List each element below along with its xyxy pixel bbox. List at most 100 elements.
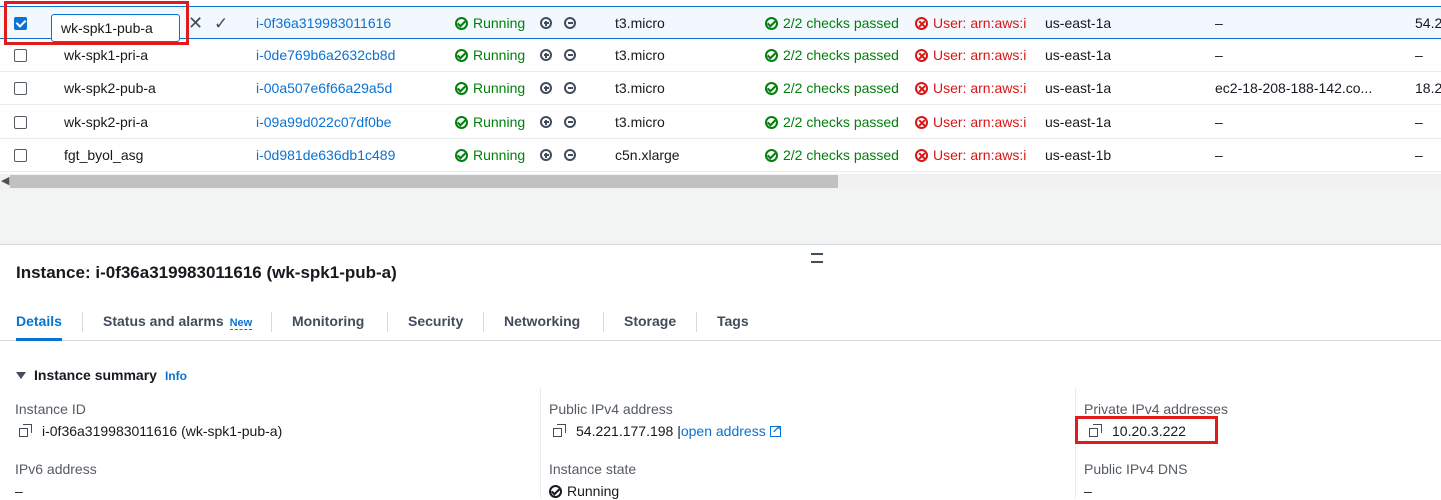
check-circle-icon bbox=[549, 485, 562, 498]
public-ip: – bbox=[1415, 147, 1423, 163]
availability-zone: us-east-1a bbox=[1045, 114, 1112, 130]
scroll-left-icon[interactable]: ◀ bbox=[1, 175, 9, 188]
check-circle-icon bbox=[455, 149, 468, 162]
instance-type: t3.micro bbox=[615, 114, 665, 130]
confirm-edit-icon[interactable]: ✓ bbox=[214, 7, 228, 40]
status-check: 2/2 checks passed bbox=[765, 7, 899, 40]
tab-networking[interactable]: Networking bbox=[504, 302, 580, 340]
row-checkbox[interactable] bbox=[14, 116, 27, 129]
alarm-status[interactable]: User: arn:aws:i bbox=[915, 106, 1031, 139]
copy-icon[interactable] bbox=[19, 424, 33, 438]
table-row[interactable]: fgt_byol_asg i-0d981de636db1c489 Running c5… bbox=[0, 139, 1441, 172]
status-check: 2/2 checks passed bbox=[765, 39, 899, 72]
check-circle-icon bbox=[455, 116, 468, 129]
instance-id-link[interactable]: i-09a99d022c07df0be bbox=[256, 106, 391, 139]
instance-type: c5n.xlarge bbox=[615, 147, 680, 163]
instance-state: Running bbox=[455, 106, 525, 139]
alarm-status[interactable]: User: arn:aws:i bbox=[915, 39, 1031, 72]
zoom-out-icon[interactable] bbox=[564, 7, 576, 40]
scrollbar-thumb[interactable] bbox=[10, 175, 838, 188]
public-dns: – bbox=[1215, 47, 1223, 63]
instance-state: Running bbox=[455, 39, 525, 72]
instance-state: Running bbox=[455, 72, 525, 105]
public-dns: – bbox=[1215, 114, 1223, 130]
status-check: 2/2 checks passed bbox=[765, 139, 899, 172]
zoom-out-icon[interactable] bbox=[564, 39, 576, 72]
zoom-in-icon[interactable] bbox=[540, 139, 552, 172]
instance-title: Instance: i-0f36a319983011616 (wk-spk1-p… bbox=[16, 263, 397, 282]
zoom-out-icon[interactable] bbox=[564, 106, 576, 139]
check-circle-icon bbox=[765, 82, 778, 95]
zoom-in-icon[interactable] bbox=[540, 72, 552, 105]
tab-storage[interactable]: Storage bbox=[624, 302, 676, 340]
cancel-edit-icon[interactable]: ✕ bbox=[188, 7, 203, 40]
table-row[interactable]: wk-spk2-pri-a i-09a99d022c07df0be Running t… bbox=[0, 106, 1441, 139]
table-row[interactable]: wk-spk2-pub-a i-00a507e6f66a29a5d Running t… bbox=[0, 72, 1441, 105]
error-circle-icon bbox=[915, 82, 928, 95]
availability-zone: us-east-1a bbox=[1045, 47, 1112, 63]
zoom-out-icon[interactable] bbox=[564, 72, 576, 105]
tab-tags[interactable]: Tags bbox=[717, 302, 749, 340]
public-dns-label: Public IPv4 DNS bbox=[1084, 461, 1188, 477]
public-ip: 18.2 bbox=[1415, 80, 1441, 96]
alarm-status[interactable]: User: arn:aws:i bbox=[915, 72, 1031, 105]
instance-name: fgt_byol_asg bbox=[64, 147, 144, 163]
row-checkbox[interactable] bbox=[14, 149, 27, 162]
instance-state-value: Running bbox=[549, 482, 619, 500]
instance-type: t3.micro bbox=[615, 80, 665, 96]
public-ip: – bbox=[1415, 47, 1423, 63]
ipv6-value: – bbox=[15, 483, 23, 499]
instance-type: t3.micro bbox=[615, 47, 665, 63]
instance-id-link[interactable]: i-0de769b6a2632cb8d bbox=[256, 39, 395, 72]
status-check: 2/2 checks passed bbox=[765, 106, 899, 139]
instance-summary-header[interactable]: Instance summary Info bbox=[16, 365, 187, 386]
availability-zone: us-east-1b bbox=[1045, 147, 1112, 163]
tab-status-and-alarms[interactable]: Status and alarms New bbox=[103, 302, 253, 340]
tab-monitoring[interactable]: Monitoring bbox=[292, 302, 364, 340]
copy-icon[interactable] bbox=[553, 424, 567, 438]
details-tabs: Details Status and alarms New Monitoring … bbox=[0, 302, 1441, 341]
instance-id-label: Instance ID bbox=[15, 401, 86, 417]
instance-state: Running bbox=[455, 139, 525, 172]
table-row[interactable]: wk-spk1-pub-a ✕ ✓ i-0f36a319983011616 Runnin… bbox=[0, 6, 1441, 42]
zoom-in-icon[interactable] bbox=[540, 39, 552, 72]
resize-handle-icon[interactable] bbox=[811, 253, 823, 263]
zoom-in-icon[interactable] bbox=[540, 7, 552, 40]
error-circle-icon bbox=[915, 116, 928, 129]
split-panel-gap bbox=[0, 189, 1441, 244]
row-checkbox[interactable] bbox=[14, 49, 27, 62]
error-circle-icon bbox=[915, 17, 928, 30]
instance-name: wk-spk2-pub-a bbox=[64, 80, 156, 96]
instance-id-link[interactable]: i-0d981de636db1c489 bbox=[256, 139, 395, 172]
highlight-box-private-ip bbox=[1075, 416, 1218, 444]
instance-id-link[interactable]: i-00a507e6f66a29a5d bbox=[256, 72, 392, 105]
tab-security[interactable]: Security bbox=[408, 302, 463, 340]
instance-state-label: Instance state bbox=[549, 461, 637, 477]
instance-id-value: i-0f36a319983011616 (wk-spk1-pub-a) bbox=[19, 422, 282, 440]
instance-state: Running bbox=[455, 7, 525, 40]
zoom-in-icon[interactable] bbox=[540, 106, 552, 139]
info-link[interactable]: Info bbox=[165, 369, 187, 383]
open-address-link[interactable]: open address bbox=[681, 423, 766, 439]
caret-down-icon bbox=[16, 372, 26, 379]
status-check: 2/2 checks passed bbox=[765, 72, 899, 105]
check-circle-icon bbox=[765, 49, 778, 62]
error-circle-icon bbox=[915, 149, 928, 162]
alarm-status[interactable]: User: arn:aws:i bbox=[915, 139, 1031, 172]
check-circle-icon bbox=[455, 49, 468, 62]
tab-details[interactable]: Details bbox=[16, 302, 62, 341]
external-link-icon[interactable] bbox=[769, 421, 781, 439]
public-ip: 54.2 bbox=[1415, 15, 1441, 31]
table-row[interactable]: wk-spk1-pri-a i-0de769b6a2632cb8d Running t… bbox=[0, 39, 1441, 72]
public-ipv4-value: 54.221.177.198 |open address bbox=[553, 421, 781, 440]
new-badge: New bbox=[229, 317, 253, 330]
error-circle-icon bbox=[915, 49, 928, 62]
instance-id-link[interactable]: i-0f36a319983011616 bbox=[256, 7, 391, 40]
row-checkbox[interactable] bbox=[14, 82, 27, 95]
horizontal-scrollbar[interactable]: ◀ bbox=[0, 174, 1441, 189]
ipv6-label: IPv6 address bbox=[15, 461, 97, 477]
alarm-status[interactable]: User: arn:aws:i bbox=[915, 7, 1031, 40]
instance-type: t3.micro bbox=[615, 15, 665, 31]
zoom-out-icon[interactable] bbox=[564, 139, 576, 172]
public-dns: – bbox=[1215, 15, 1223, 31]
